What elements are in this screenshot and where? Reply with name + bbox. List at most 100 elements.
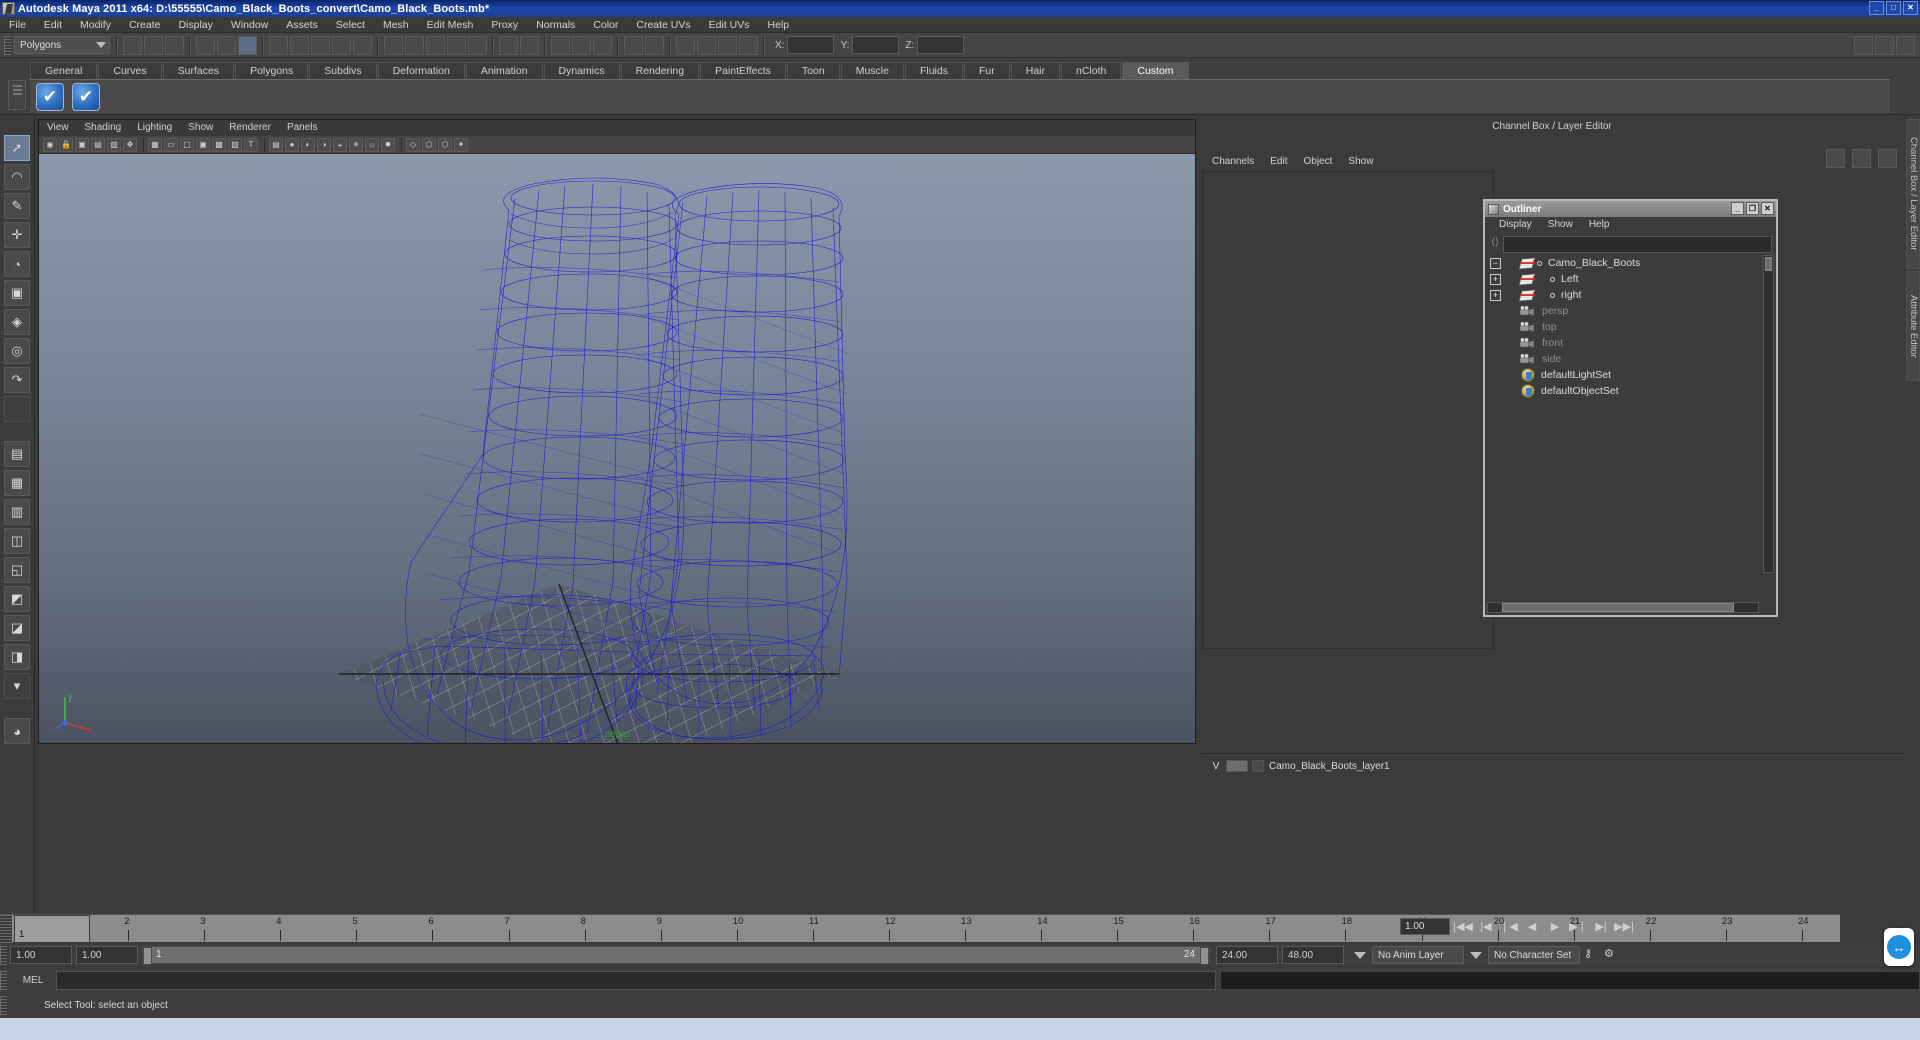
menu-file[interactable]: File	[0, 17, 35, 33]
xray-icon[interactable]: ◇	[406, 137, 420, 152]
quick-layout-hypergraph-icon[interactable]: ◪	[4, 615, 30, 641]
wireframe-shading-icon[interactable]: ▤	[269, 137, 283, 152]
universal-manipulator-icon[interactable]: ◈	[4, 309, 30, 335]
menu-edit-mesh[interactable]: Edit Mesh	[418, 17, 483, 33]
viewport-menu-renderer[interactable]: Renderer	[221, 120, 279, 136]
current-time-indicator[interactable]: 1	[14, 915, 91, 943]
channelbox-menu-show[interactable]: Show	[1340, 154, 1381, 170]
default-light-icon[interactable]: ☼	[365, 137, 379, 152]
command-output-field[interactable]	[1220, 970, 1920, 990]
menu-edit[interactable]: Edit	[35, 17, 71, 33]
command-language-label[interactable]: MEL	[10, 975, 56, 986]
smooth-shade-all-icon[interactable]: ●	[285, 137, 299, 152]
outliner-horizontal-scrollbar[interactable]	[1487, 602, 1759, 613]
command-line-grip[interactable]	[0, 970, 7, 990]
perspective-viewport[interactable]: y x persp	[39, 154, 1195, 743]
scale-tool-icon[interactable]: ▣	[4, 280, 30, 306]
all-lights-icon[interactable]: ✹	[381, 137, 395, 152]
menu-assets[interactable]: Assets	[277, 17, 327, 33]
outliner-menu-help[interactable]: Help	[1581, 217, 1618, 233]
outliner-menu-display[interactable]: Display	[1491, 217, 1540, 233]
shadows-icon[interactable]: ◒	[333, 137, 347, 152]
viewport-menu-view[interactable]: View	[39, 120, 77, 136]
vertical-tab-channel-box[interactable]: Channel Box / Layer Editor	[1906, 119, 1920, 269]
menu-window[interactable]: Window	[222, 17, 277, 33]
range-slider-right-handle[interactable]	[1200, 947, 1209, 965]
safe-action-icon[interactable]: ▧	[228, 137, 242, 152]
layer-color-swatch[interactable]	[1226, 760, 1248, 772]
channel-box-content[interactable]	[1202, 171, 1494, 649]
select-by-component-icon[interactable]	[238, 35, 257, 55]
film-gate-icon[interactable]: ▭	[164, 137, 178, 152]
attribute-editor-toggle-icon[interactable]	[1878, 149, 1897, 168]
outliner-vertical-scrollbar[interactable]	[1763, 255, 1774, 573]
open-render-view-icon[interactable]	[676, 35, 695, 55]
save-scene-icon[interactable]	[165, 35, 184, 55]
soft-modification-icon[interactable]: ◎	[4, 338, 30, 364]
channel-box-toggle-icon[interactable]	[1826, 149, 1845, 168]
vertical-tab-attribute-editor[interactable]: Attribute Editor	[1906, 271, 1920, 381]
expand-icon[interactable]: +	[1490, 273, 1501, 285]
shelf-tab-dynamics[interactable]: Dynamics	[543, 62, 620, 79]
shaded-textured-icon[interactable]: ◐	[301, 137, 315, 152]
lasso-tool-icon[interactable]: ◠	[4, 164, 30, 190]
lock-camera-icon[interactable]: 🔒	[59, 137, 73, 152]
select-by-object-icon[interactable]	[217, 35, 236, 55]
show-channel-box-icon[interactable]	[1896, 36, 1915, 55]
component-uvs-icon[interactable]	[332, 35, 351, 55]
shelf-check-button-1[interactable]: ✔	[36, 82, 64, 111]
show-tool-settings-icon[interactable]	[1875, 36, 1894, 55]
snap-curve-icon[interactable]	[405, 35, 424, 55]
time-slider-grip[interactable]	[0, 915, 12, 943]
isolate-select-icon[interactable]: ⬡	[438, 137, 452, 152]
select-by-hierarchy-icon[interactable]	[196, 35, 215, 55]
outliner-menu-show[interactable]: Show	[1540, 217, 1581, 233]
shelf-tab-polygons[interactable]: Polygons	[235, 62, 309, 79]
step-back-frame-icon[interactable]: ❘◀	[1499, 916, 1519, 936]
menu-color[interactable]: Color	[584, 17, 627, 33]
render-view-icon[interactable]	[593, 35, 612, 55]
two-d-pan-zoom-icon[interactable]: ✥	[123, 137, 137, 152]
last-tool-used-icon[interactable]: ↷	[4, 367, 30, 393]
render-flags-icon[interactable]	[739, 35, 758, 55]
toolbar-grip[interactable]	[4, 35, 11, 55]
quick-layout-four-icon[interactable]: ▦	[4, 470, 30, 496]
shelf-tab-surfaces[interactable]: Surfaces	[162, 62, 235, 79]
select-camera-icon[interactable]: ◉	[43, 137, 57, 152]
minimize-button[interactable]: _	[1869, 1, 1884, 15]
current-time-field[interactable]: 1.00	[1400, 917, 1450, 935]
menu-proxy[interactable]: Proxy	[482, 17, 527, 33]
maximize-button[interactable]: □	[1886, 1, 1901, 15]
outliner-minimize-button[interactable]: _	[1731, 202, 1744, 215]
quick-layout-expand-icon[interactable]: ▾	[4, 673, 30, 699]
expand-icon[interactable]: +	[1490, 289, 1501, 301]
quick-layout-single-icon[interactable]: ▤	[4, 441, 30, 467]
camera-attributes-icon[interactable]: ▣	[75, 137, 89, 152]
hypershade-icon[interactable]	[624, 35, 643, 55]
outliner-item[interactable]: side	[1487, 351, 1759, 367]
render-settings-icon[interactable]	[572, 35, 591, 55]
character-set-selector[interactable]: No Character Set	[1488, 946, 1580, 964]
character-set-chevron-down-icon[interactable]	[1470, 951, 1482, 959]
close-button[interactable]: ✕	[1903, 1, 1918, 15]
menu-mesh[interactable]: Mesh	[374, 17, 418, 33]
quick-layout-graph-icon[interactable]: ◱	[4, 557, 30, 583]
shelf-tab-animation[interactable]: Animation	[465, 62, 543, 79]
quick-layout-render-icon[interactable]: ◨	[4, 644, 30, 670]
quick-layout-persp-outliner-icon[interactable]: ◫	[4, 528, 30, 554]
resolution-gate-icon[interactable]: ▢	[180, 137, 194, 152]
snap-grid-icon[interactable]	[384, 35, 403, 55]
viewport-menu-lighting[interactable]: Lighting	[129, 120, 180, 136]
construction-history-icon[interactable]	[499, 35, 518, 55]
gate-mask-icon[interactable]: ▣	[196, 137, 210, 152]
layer-name[interactable]: Camo_Black_Boots_layer1	[1269, 761, 1390, 772]
shelf-tab-ncloth[interactable]: nCloth	[1061, 62, 1122, 79]
snap-view-plane-icon[interactable]	[468, 35, 487, 55]
anim-layer-selector[interactable]: No Anim Layer	[1372, 946, 1464, 964]
layer-visibility-toggle[interactable]: V	[1210, 761, 1222, 772]
step-forward-key-icon[interactable]: ▶|	[1591, 916, 1611, 936]
safe-title-icon[interactable]: T	[244, 137, 258, 152]
shelf-tab-muscle[interactable]: Muscle	[840, 62, 904, 79]
range-start-time-field[interactable]: 1.00	[76, 946, 138, 964]
outliner-item[interactable]: persp	[1487, 303, 1759, 319]
